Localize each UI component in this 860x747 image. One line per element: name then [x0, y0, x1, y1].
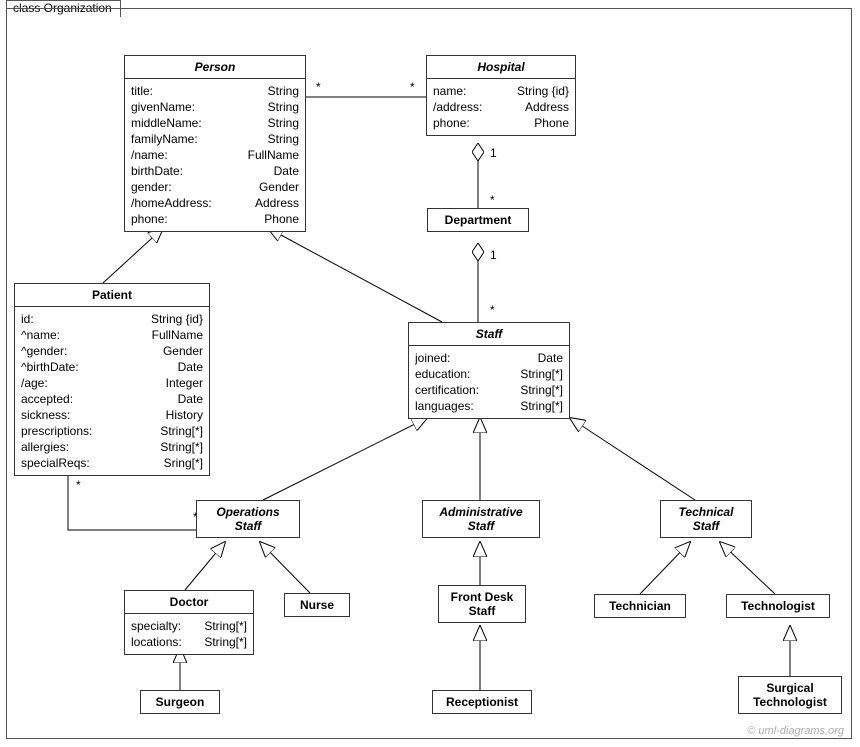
attribute-row: languages:String[*]	[415, 398, 563, 414]
class-receptionist-title: Receptionist	[433, 691, 531, 713]
class-technician: Technician	[594, 594, 686, 618]
class-hospital: Hospital name:String {id}/address:Addres…	[426, 55, 576, 136]
class-staff-body: joined:Dateeducation:String[*]certificat…	[409, 346, 569, 418]
class-surgeon: Surgeon	[140, 690, 220, 714]
class-person-body: title:StringgivenName:StringmiddleName:S…	[125, 79, 305, 231]
diagram-canvas: class Organization	[0, 0, 860, 747]
attribute-row: id:String {id}	[21, 311, 203, 327]
mult-hospital-department-bottom: *	[490, 193, 495, 207]
attribute-row: middleName:String	[131, 115, 299, 131]
attribute-row: certification:String[*]	[415, 382, 563, 398]
mult-department-staff-bottom: *	[490, 303, 495, 317]
mult-patient-opstaff-patient: *	[76, 478, 81, 492]
class-surgical-technologist: Surgical Technologist	[738, 676, 842, 714]
class-staff-title: Staff	[409, 323, 569, 346]
class-person-title: Person	[125, 56, 305, 79]
mult-person-hospital-left: *	[316, 80, 321, 94]
attribute-row: gender:Gender	[131, 179, 299, 195]
attribute-row: locations:String[*]	[131, 634, 247, 650]
attribute-row: ^gender:Gender	[21, 343, 203, 359]
attribute-row: /homeAddress:Address	[131, 195, 299, 211]
mult-hospital-department-top: 1	[490, 146, 497, 160]
attribute-row: phone:Phone	[433, 115, 569, 131]
class-patient-body: id:String {id}^name:FullName^gender:Gend…	[15, 307, 209, 475]
attribute-row: education:String[*]	[415, 366, 563, 382]
class-staff: Staff joined:Dateeducation:String[*]cert…	[408, 322, 570, 419]
class-nurse: Nurse	[284, 593, 350, 617]
class-technical-staff-title: Technical Staff	[661, 501, 751, 537]
class-department: Department	[427, 208, 529, 232]
attribute-row: joined:Date	[415, 350, 563, 366]
class-patient-title: Patient	[15, 284, 209, 307]
attribute-row: birthDate:Date	[131, 163, 299, 179]
class-doctor-body: specialty:String[*]locations:String[*]	[125, 614, 253, 654]
attribute-row: specialReqs:Sring[*]	[21, 455, 203, 471]
attribute-row: specialty:String[*]	[131, 618, 247, 634]
attribute-row: familyName:String	[131, 131, 299, 147]
attribute-row: sickness:History	[21, 407, 203, 423]
class-front-desk-staff: Front Desk Staff	[438, 585, 526, 623]
attribute-row: prescriptions:String[*]	[21, 423, 203, 439]
class-person: Person title:StringgivenName:Stringmiddl…	[124, 55, 306, 232]
class-patient: Patient id:String {id}^name:FullName^gen…	[14, 283, 210, 476]
attribute-row: ^name:FullName	[21, 327, 203, 343]
class-doctor-title: Doctor	[125, 591, 253, 614]
attribute-row: accepted:Date	[21, 391, 203, 407]
class-department-title: Department	[428, 209, 528, 231]
class-administrative-staff-title: Administrative Staff	[423, 501, 539, 537]
mult-department-staff-top: 1	[490, 248, 497, 262]
class-doctor: Doctor specialty:String[*]locations:Stri…	[124, 590, 254, 655]
attribute-row: ^birthDate:Date	[21, 359, 203, 375]
credit-text: © uml-diagrams.org	[747, 725, 844, 737]
attribute-row: title:String	[131, 83, 299, 99]
class-surgical-technologist-title: Surgical Technologist	[739, 677, 841, 713]
class-operations-staff-title: Operations Staff	[197, 501, 299, 537]
class-technical-staff: Technical Staff	[660, 500, 752, 538]
attribute-row: /address:Address	[433, 99, 569, 115]
class-technologist-title: Technologist	[727, 595, 829, 617]
class-surgeon-title: Surgeon	[141, 691, 219, 713]
attribute-row: givenName:String	[131, 99, 299, 115]
class-front-desk-staff-title: Front Desk Staff	[439, 586, 525, 622]
attribute-row: /name:FullName	[131, 147, 299, 163]
class-hospital-title: Hospital	[427, 56, 575, 79]
class-receptionist: Receptionist	[432, 690, 532, 714]
class-technologist: Technologist	[726, 594, 830, 618]
attribute-row: phone:Phone	[131, 211, 299, 227]
attribute-row: name:String {id}	[433, 83, 569, 99]
class-administrative-staff: Administrative Staff	[422, 500, 540, 538]
class-nurse-title: Nurse	[285, 594, 349, 616]
mult-person-hospital-right: *	[410, 80, 415, 94]
class-operations-staff: Operations Staff	[196, 500, 300, 538]
class-hospital-body: name:String {id}/address:Addressphone:Ph…	[427, 79, 575, 135]
attribute-row: allergies:String[*]	[21, 439, 203, 455]
class-technician-title: Technician	[595, 595, 685, 617]
attribute-row: /age:Integer	[21, 375, 203, 391]
